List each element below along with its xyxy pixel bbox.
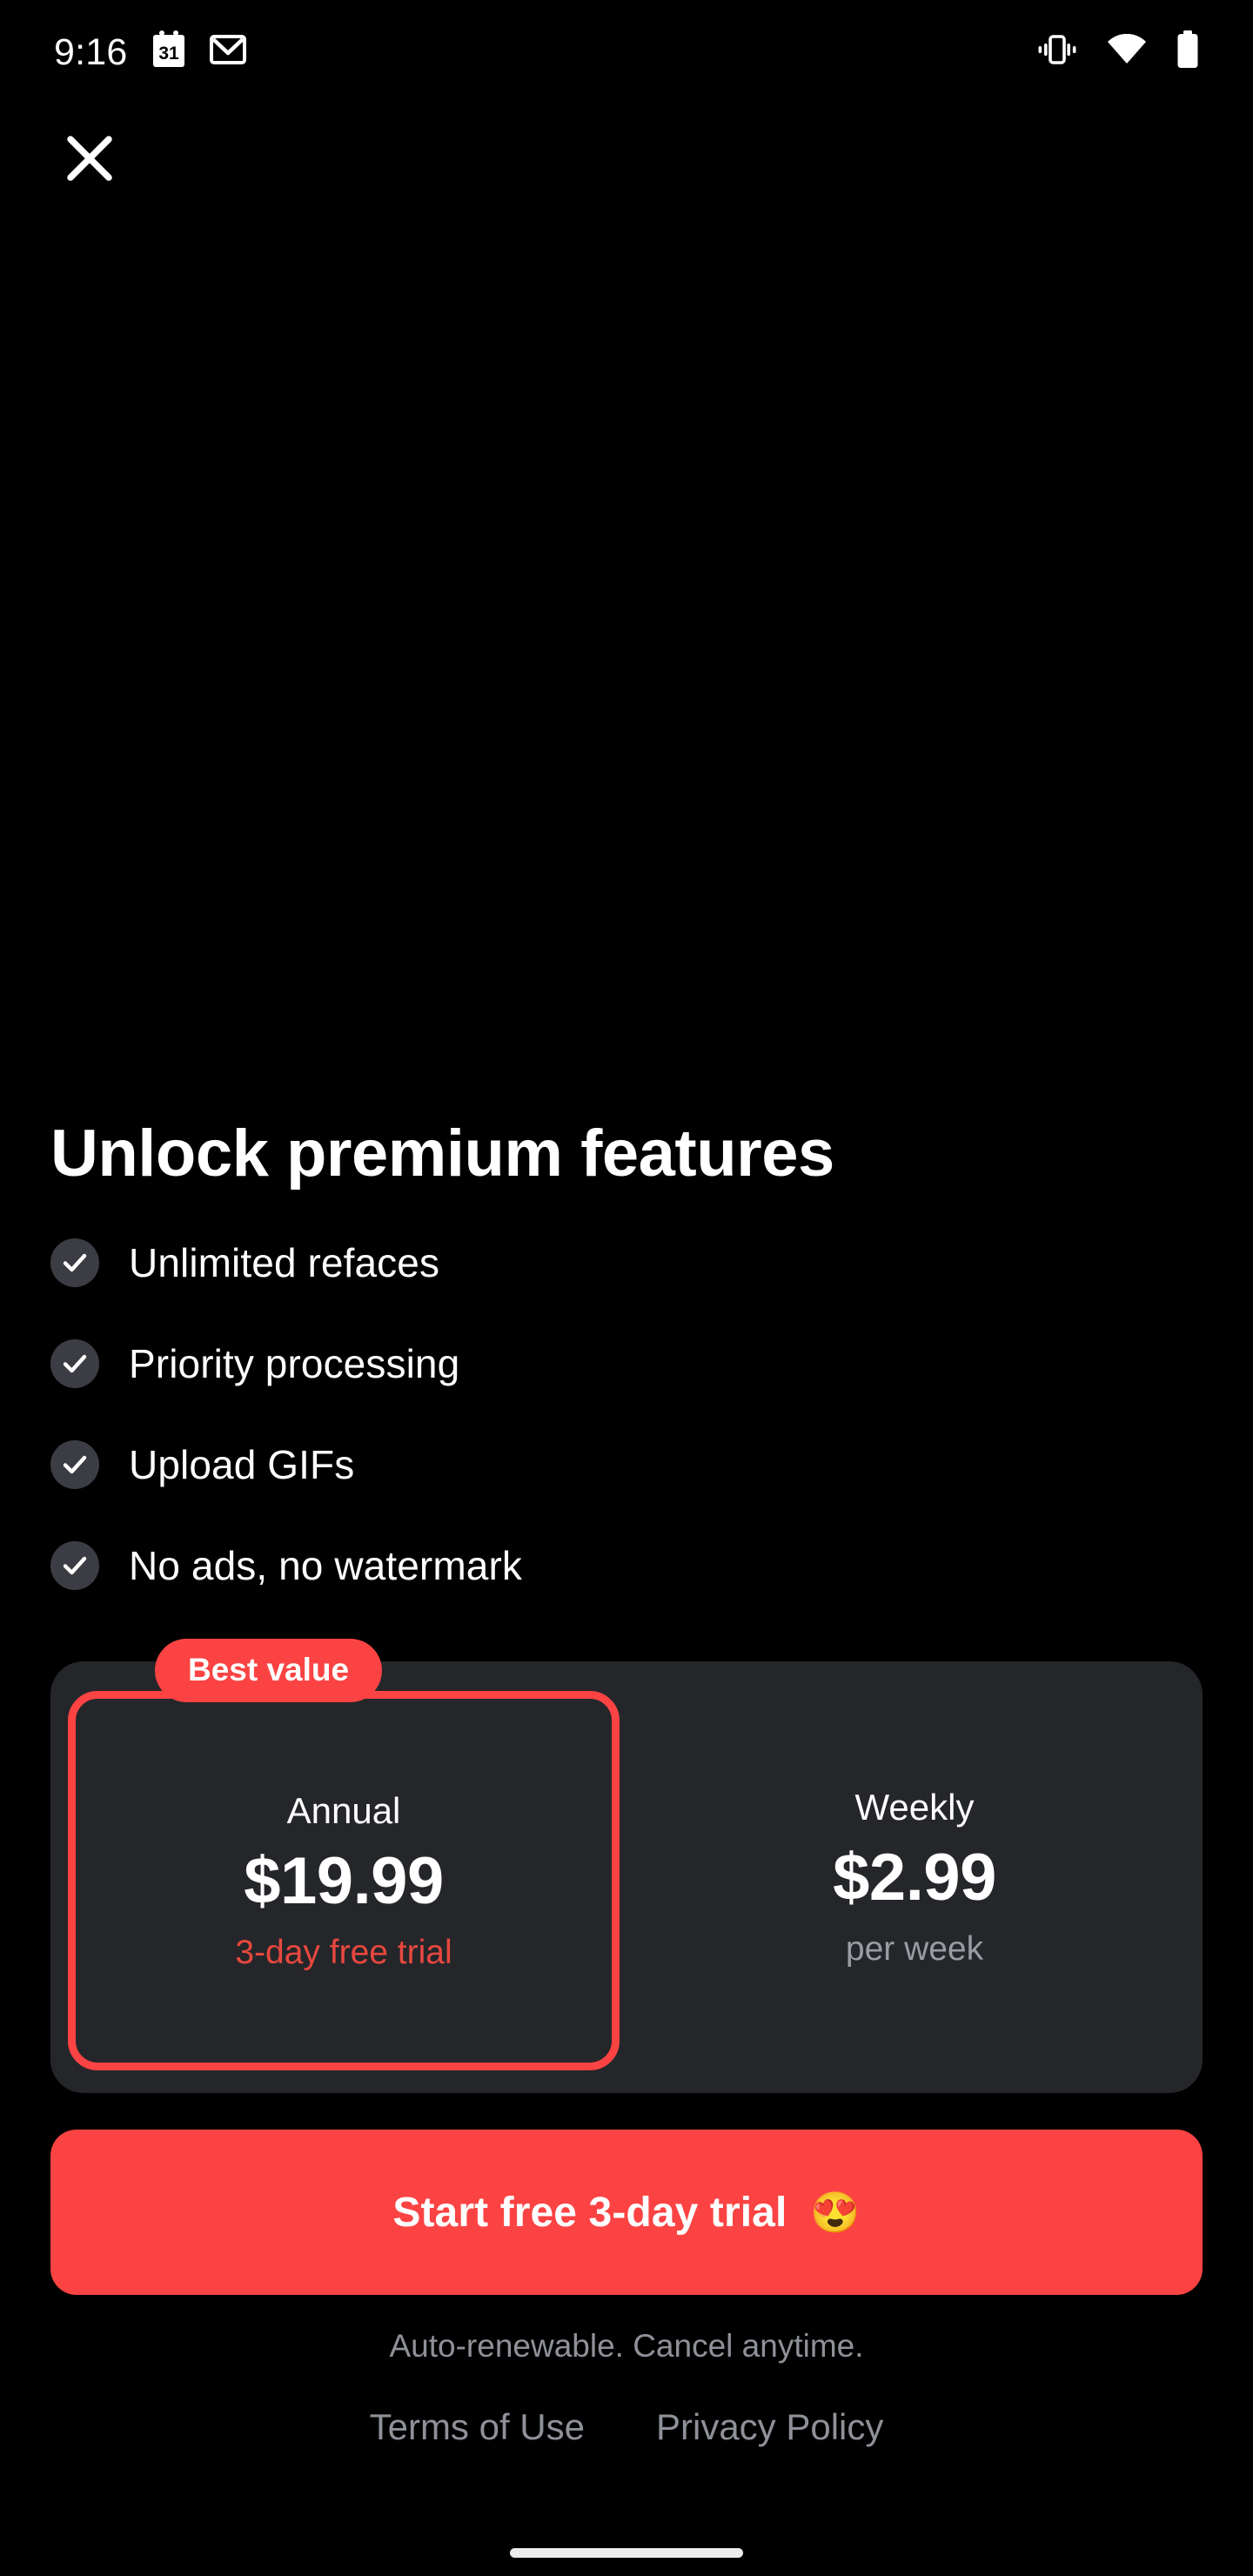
svg-text:31: 31 xyxy=(158,44,179,64)
plan-option-weekly[interactable]: Weekly $2.99 per week xyxy=(626,1661,1203,2093)
list-item: Upload GIFs xyxy=(50,1414,1203,1515)
heart-eyes-emoji-icon: 😍 xyxy=(810,2189,861,2235)
home-indicator[interactable] xyxy=(510,2547,743,2558)
start-trial-label: Start free 3-day trial xyxy=(392,2189,787,2236)
plan-option-annual[interactable]: Annual $19.99 3-day free trial xyxy=(50,1661,626,2093)
check-icon xyxy=(50,1440,99,1489)
list-item: Priority processing xyxy=(50,1313,1203,1414)
check-icon xyxy=(50,1238,99,1287)
start-trial-button[interactable]: Start free 3-day trial 😍 xyxy=(50,2130,1203,2295)
feature-list: Unlimited refaces Priority processing Up… xyxy=(50,1212,1203,1616)
list-item: Unlimited refaces xyxy=(50,1212,1203,1313)
list-item: No ads, no watermark xyxy=(50,1515,1203,1616)
close-button[interactable] xyxy=(56,125,124,193)
paywall-content: Unlock premium features Unlimited reface… xyxy=(0,1116,1253,2295)
plan-subtext: per week xyxy=(845,1929,984,1968)
status-bar-left: 9:16 31 xyxy=(54,30,246,73)
hero-media-area xyxy=(0,216,1253,1118)
feature-label: Unlimited refaces xyxy=(129,1239,440,1285)
footer: Auto-renewable. Cancel anytime. Terms of… xyxy=(0,2295,1253,2445)
plan-selector: Annual $19.99 3-day free trial Weekly $2… xyxy=(50,1639,1203,2093)
plan-option-weekly-inner: Weekly $2.99 per week xyxy=(626,1661,1203,2093)
vibrate-icon xyxy=(1037,31,1077,72)
calendar-icon: 31 xyxy=(151,30,187,73)
home-indicator-area xyxy=(0,2529,1253,2576)
feature-label: Priority processing xyxy=(129,1340,460,1386)
feature-label: No ads, no watermark xyxy=(129,1542,522,1588)
check-icon xyxy=(50,1339,99,1388)
footer-links: Terms of Use Privacy Policy xyxy=(50,2409,1203,2445)
close-icon xyxy=(64,132,116,187)
check-icon xyxy=(50,1541,99,1590)
status-bar-right xyxy=(1037,30,1204,73)
premium-paywall-screen: 9:16 31 Unlock premium features Unlimite… xyxy=(0,0,1253,2576)
plan-name: Weekly xyxy=(854,1786,975,1828)
auto-renew-notice: Auto-renewable. Cancel anytime. xyxy=(389,2328,864,2364)
footer-spacer xyxy=(0,2445,1253,2529)
plan-name: Annual xyxy=(286,1789,401,1831)
terms-of-use-link[interactable]: Terms of Use xyxy=(370,2409,585,2445)
status-bar: 9:16 31 xyxy=(0,0,1253,103)
plans-card: Annual $19.99 3-day free trial Weekly $2… xyxy=(50,1661,1203,2093)
battery-icon xyxy=(1176,30,1199,73)
status-bar-clock: 9:16 xyxy=(54,30,128,73)
feature-label: Upload GIFs xyxy=(129,1441,355,1487)
best-value-badge: Best value xyxy=(155,1639,383,1702)
wifi-icon xyxy=(1107,33,1147,70)
plan-option-annual-inner: Annual $19.99 3-day free trial xyxy=(68,1691,620,2070)
gmail-icon xyxy=(209,31,246,72)
plan-subtext: 3-day free trial xyxy=(235,1933,452,1971)
plan-price: $2.99 xyxy=(833,1840,996,1915)
plan-price: $19.99 xyxy=(244,1843,444,1918)
privacy-policy-link[interactable]: Privacy Policy xyxy=(656,2409,883,2445)
header-bar xyxy=(0,103,1253,216)
page-title: Unlock premium features xyxy=(50,1116,834,1191)
